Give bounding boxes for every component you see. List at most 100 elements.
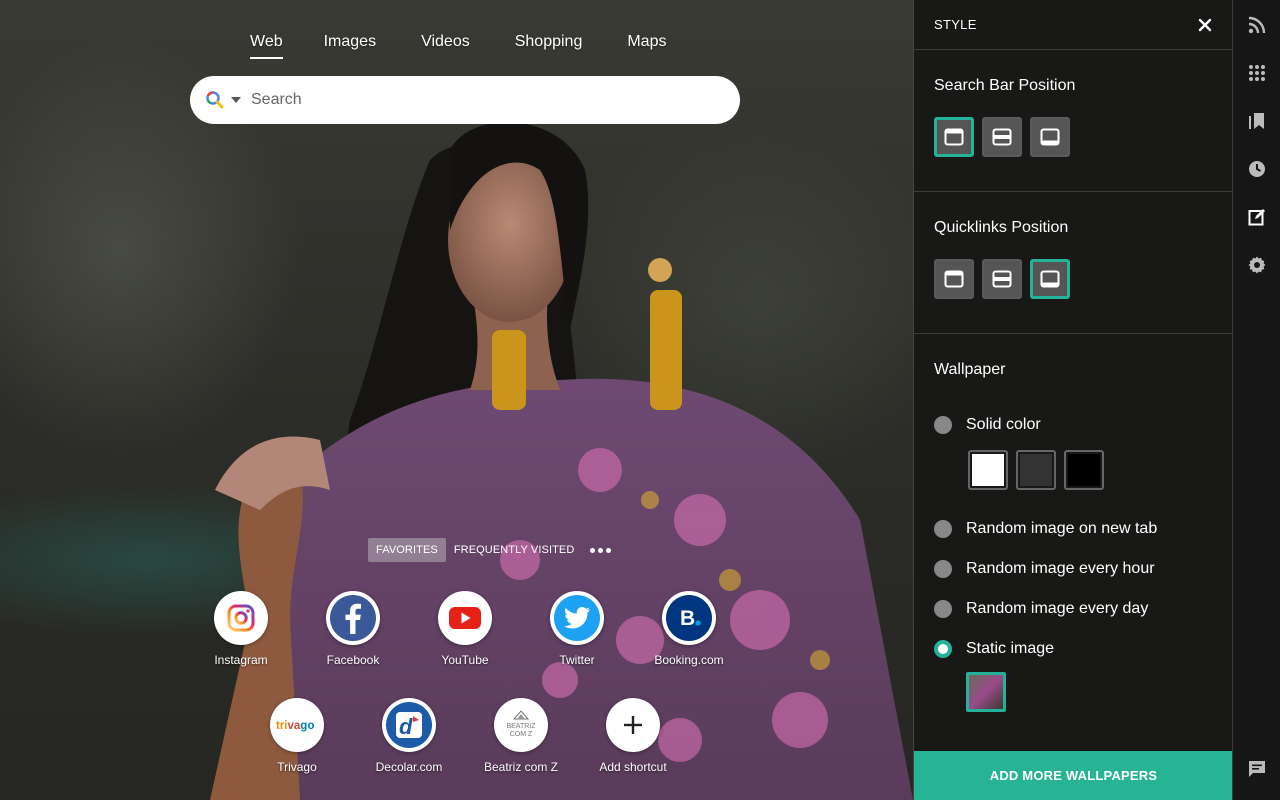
wallpaper-section: Wallpaper Solid color Random image on ne…: [914, 334, 1232, 712]
quicklinks-position-bottom-button[interactable]: [1030, 259, 1070, 299]
search-type-tabs: Web Images Videos Shopping Maps: [250, 33, 666, 59]
quicklink-label: Booking.com: [654, 653, 724, 667]
rss-icon: [1248, 16, 1266, 34]
radio-button-checked[interactable]: [934, 640, 952, 658]
style-button[interactable]: [1247, 207, 1267, 227]
tab-images[interactable]: Images: [324, 33, 376, 59]
quicklink-label: Trivago: [277, 760, 317, 774]
feedback-icon: [1249, 761, 1265, 777]
quicklink-label: Instagram: [214, 653, 268, 667]
quicklinks-tabs: Favorites Frequently Visited: [368, 538, 612, 562]
close-icon: [1198, 18, 1212, 31]
svg-text:COM Z: COM Z: [510, 731, 533, 738]
quicklink-label: Facebook: [326, 653, 380, 667]
booking-icon: B: [666, 595, 712, 641]
search-position-middle-button[interactable]: [982, 117, 1022, 157]
search-input[interactable]: [251, 91, 711, 109]
right-icon-rail: [1232, 0, 1280, 800]
layout-bottom-icon: [1040, 128, 1060, 146]
twitter-icon: [554, 595, 600, 641]
quicklink-label: Twitter: [559, 653, 595, 667]
tab-videos[interactable]: Videos: [421, 33, 470, 59]
panel-header: STYLE: [914, 0, 1232, 50]
radio-button[interactable]: [934, 560, 952, 578]
instagram-icon: [227, 604, 255, 632]
wallpaper-option-random-day[interactable]: Random image every day: [934, 600, 1212, 618]
search-position-bottom-button[interactable]: [1030, 117, 1070, 157]
color-swatches: [968, 450, 1212, 490]
wallpaper-option-random-new-tab[interactable]: Random image on new tab: [934, 520, 1212, 538]
tab-shopping[interactable]: Shopping: [515, 33, 583, 59]
radio-label: Static image: [966, 640, 1055, 657]
apps-grid-icon: [1249, 65, 1265, 81]
svg-text:trivago: trivago: [276, 720, 314, 732]
bookmarks-icon: [1249, 113, 1264, 129]
svg-text:d: d: [399, 714, 413, 739]
layout-middle-icon: [992, 270, 1012, 288]
tab-favorites[interactable]: Favorites: [368, 538, 446, 562]
layout-bottom-icon: [1040, 270, 1060, 288]
tab-maps[interactable]: Maps: [627, 33, 666, 59]
swatch-black[interactable]: [1064, 450, 1104, 490]
quicklink-facebook[interactable]: Facebook: [303, 591, 403, 667]
search-engine-icon: [206, 91, 224, 109]
search-bar-position-section: Search Bar Position: [914, 50, 1232, 192]
quicklink-booking[interactable]: B Booking.com: [639, 591, 739, 667]
quicklink-label: Decolar.com: [375, 760, 443, 774]
youtube-icon: [449, 607, 481, 629]
apps-button[interactable]: [1247, 63, 1267, 83]
add-more-wallpapers-button[interactable]: Add more wallpapers: [914, 751, 1233, 800]
history-button[interactable]: [1247, 159, 1267, 179]
chevron-down-icon: [231, 97, 241, 103]
tab-frequently-visited[interactable]: Frequently Visited: [446, 538, 583, 562]
search-position-top-button[interactable]: [934, 117, 974, 157]
swatch-white[interactable]: [968, 450, 1008, 490]
radio-button[interactable]: [934, 600, 952, 618]
wallpaper-option-solid-color[interactable]: Solid color: [934, 416, 1212, 434]
swatch-dark-gray[interactable]: [1016, 450, 1056, 490]
quicklink-twitter[interactable]: Twitter: [527, 591, 627, 667]
style-panel: STYLE Search Bar Position Quicklinks Pos…: [913, 0, 1233, 800]
radio-label: Random image every day: [966, 600, 1149, 617]
radio-label: Random image on new tab: [966, 520, 1158, 537]
add-shortcut-button[interactable]: Add shortcut: [583, 698, 683, 774]
trivago-icon: trivago: [276, 720, 314, 732]
more-options-icon[interactable]: [590, 547, 612, 553]
radio-button[interactable]: [934, 520, 952, 538]
wallpaper-option-static-image[interactable]: Static image: [934, 640, 1212, 658]
facebook-icon: [330, 595, 376, 641]
quicklink-label: Beatriz com Z: [483, 760, 558, 774]
decolar-icon: d: [386, 702, 432, 748]
panel-title: STYLE: [934, 17, 977, 32]
search-bar: [190, 76, 740, 124]
bookmarks-button[interactable]: [1247, 111, 1267, 131]
quicklink-trivago[interactable]: trivago Trivago: [247, 698, 347, 774]
settings-icon: [1248, 256, 1266, 274]
quicklink-beatriz[interactable]: BEATRIZ COM Z Beatriz com Z: [471, 698, 571, 774]
quicklink-label: YouTube: [441, 653, 489, 667]
layout-top-icon: [944, 270, 964, 288]
rss-feed-button[interactable]: [1247, 15, 1267, 35]
layout-top-icon: [944, 128, 964, 146]
quicklinks-position-middle-button[interactable]: [982, 259, 1022, 299]
history-icon: [1249, 161, 1265, 177]
quicklink-youtube[interactable]: YouTube: [415, 591, 515, 667]
svg-text:BEATRIZ: BEATRIZ: [506, 723, 536, 730]
quicklink-decolar[interactable]: d Decolar.com: [359, 698, 459, 774]
radio-label: Solid color: [966, 416, 1041, 433]
wallpaper-option-random-hour[interactable]: Random image every hour: [934, 560, 1212, 578]
section-title: Quicklinks Position: [934, 219, 1069, 236]
feedback-button[interactable]: [1247, 759, 1267, 779]
quicklinks-position-top-button[interactable]: [934, 259, 974, 299]
tab-web[interactable]: Web: [250, 33, 283, 59]
radio-button[interactable]: [934, 416, 952, 434]
settings-button[interactable]: [1247, 255, 1267, 275]
svg-text:B: B: [680, 607, 695, 630]
edit-style-icon: [1248, 209, 1265, 226]
layout-middle-icon: [992, 128, 1012, 146]
search-engine-selector[interactable]: [205, 90, 241, 110]
static-image-thumbnail[interactable]: [966, 672, 1006, 712]
radio-label: Random image every hour: [966, 560, 1155, 577]
close-button[interactable]: [1198, 18, 1212, 32]
quicklink-instagram[interactable]: Instagram: [191, 591, 291, 667]
